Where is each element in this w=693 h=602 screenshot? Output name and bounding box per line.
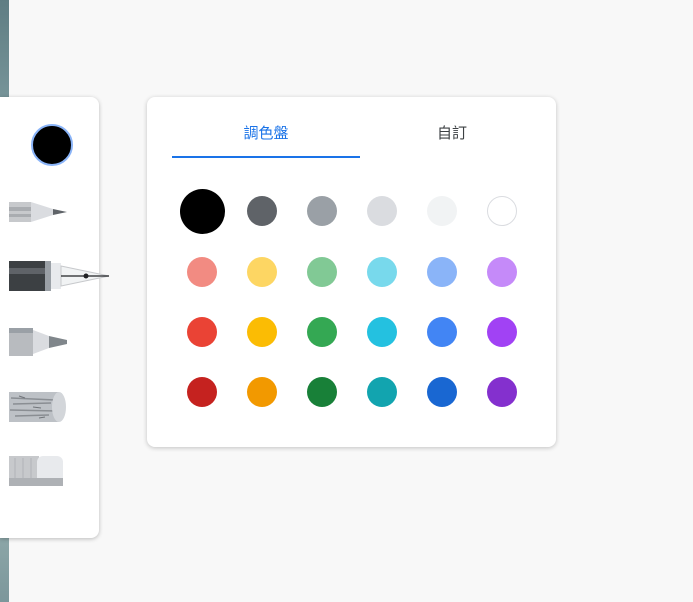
chalk-icon [9, 392, 66, 422]
eraser-icon [9, 456, 63, 486]
color-swatch[interactable] [307, 196, 337, 226]
color-swatch[interactable] [427, 257, 457, 287]
color-swatch[interactable] [427, 196, 457, 226]
color-swatch[interactable] [187, 317, 217, 347]
tab-palette-label: 調色盤 [243, 124, 289, 142]
color-swatch[interactable] [367, 257, 397, 287]
color-swatch[interactable] [427, 317, 457, 347]
pencil-tool[interactable] [9, 196, 71, 228]
color-swatch[interactable] [367, 317, 397, 347]
fountain-pen-icon [9, 261, 110, 291]
color-swatch[interactable] [367, 196, 397, 226]
color-swatch[interactable] [247, 377, 277, 407]
color-swatch[interactable] [487, 317, 517, 347]
fountain-pen-tool[interactable] [9, 258, 111, 294]
pencil-icon [9, 202, 67, 222]
tab-palette[interactable]: 調色盤 [172, 122, 360, 158]
color-swatch[interactable] [367, 377, 397, 407]
eraser-tool[interactable] [9, 454, 69, 488]
color-swatch[interactable] [247, 257, 277, 287]
color-swatch[interactable] [187, 377, 217, 407]
color-swatch[interactable] [307, 317, 337, 347]
current-color-button[interactable] [31, 124, 73, 166]
tab-custom-label: 自訂 [436, 124, 467, 142]
color-swatch[interactable] [487, 257, 517, 287]
color-swatch[interactable] [427, 377, 457, 407]
color-swatch[interactable] [179, 188, 225, 234]
color-palette-panel: 調色盤 自訂 [147, 97, 556, 447]
chalk-tool[interactable] [9, 390, 69, 424]
color-swatch[interactable] [307, 257, 337, 287]
marker-tool[interactable] [9, 324, 71, 360]
color-swatch[interactable] [187, 257, 217, 287]
marker-icon [9, 328, 67, 356]
color-swatch[interactable] [247, 196, 277, 226]
color-swatch[interactable] [487, 196, 517, 226]
tab-custom[interactable]: 自訂 [358, 122, 546, 156]
color-swatch[interactable] [487, 377, 517, 407]
color-swatch[interactable] [307, 377, 337, 407]
color-swatch[interactable] [247, 317, 277, 347]
